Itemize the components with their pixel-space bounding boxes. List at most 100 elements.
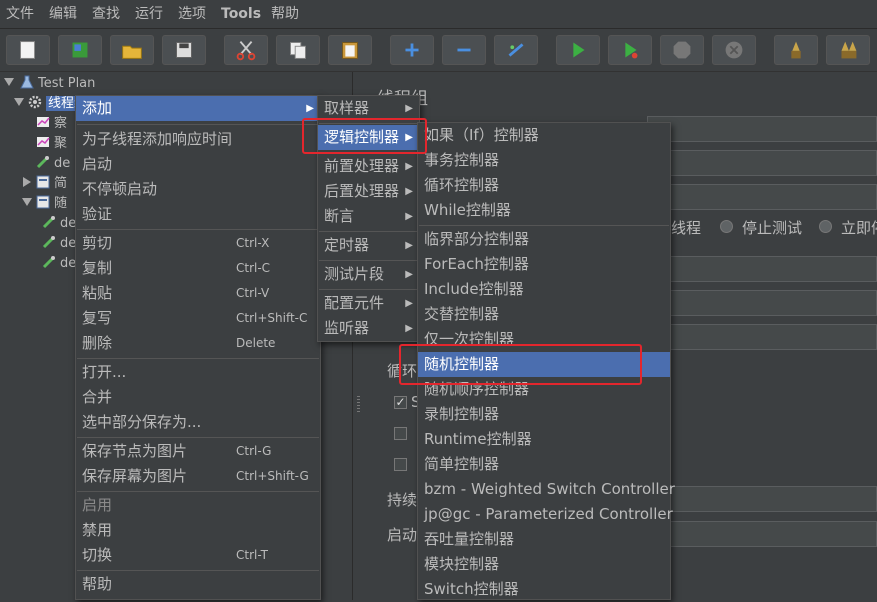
menu-item-config-element[interactable]: 配置元件 ▶	[318, 291, 419, 316]
menu-item-duplicate[interactable]: 复写 Ctrl+Shift-C	[76, 306, 320, 331]
tree-node-child[interactable]: de	[36, 154, 70, 174]
menu-item-add-think-time[interactable]: 为子线程添加响应时间	[76, 127, 320, 152]
radio-stop-test[interactable]	[720, 220, 733, 233]
menu-item-transaction-controller[interactable]: 事务控制器	[418, 148, 670, 173]
expand-button[interactable]	[390, 35, 434, 65]
menu-tools[interactable]: Tools	[221, 4, 261, 24]
tree-node-test-plan[interactable]: Test Plan	[4, 74, 95, 94]
templates-button[interactable]	[58, 35, 102, 65]
menu-item-open[interactable]: 打开...	[76, 360, 320, 385]
menu-item-module-controller[interactable]: 模块控制器	[418, 552, 670, 577]
delay-thread-checkbox[interactable]	[394, 427, 407, 440]
tree-node-child[interactable]: 察	[36, 114, 67, 134]
menu-item-while-controller[interactable]: While控制器	[418, 198, 670, 223]
ramp-up-field[interactable]	[647, 290, 877, 316]
tree-node-child[interactable]: de	[42, 254, 76, 274]
start-button[interactable]	[556, 35, 600, 65]
menu-item-remove[interactable]: 删除 Delete	[76, 331, 320, 356]
menu-item-disable[interactable]: 禁用	[76, 518, 320, 543]
menu-run[interactable]: 运行	[135, 4, 163, 24]
new-button[interactable]	[6, 35, 50, 65]
collapse-button[interactable]	[442, 35, 486, 65]
separator	[77, 124, 319, 125]
menu-item-timer[interactable]: 定时器 ▶	[318, 233, 419, 258]
menu-item-start[interactable]: 启动	[76, 152, 320, 177]
expanded-arrow-icon[interactable]	[14, 97, 24, 107]
menu-item-if-controller[interactable]: 如果（If）控制器	[418, 123, 670, 148]
menu-item-save-screen-image[interactable]: 保存屏幕为图片 Ctrl+Shift-G	[76, 464, 320, 489]
menu-item-switch-controller[interactable]: Switch控制器	[418, 577, 670, 602]
menu-item-simple-controller[interactable]: 简单控制器	[418, 452, 670, 477]
menu-item-assertion[interactable]: 断言 ▶	[318, 204, 419, 229]
menu-edit[interactable]: 编辑	[49, 4, 77, 24]
startup-delay-field[interactable]	[647, 521, 877, 547]
clear-button[interactable]	[774, 35, 818, 65]
menu-file[interactable]: 文件	[6, 4, 34, 24]
menu-item-paste[interactable]: 粘贴 Ctrl-V	[76, 281, 320, 306]
toggle-icon	[508, 43, 524, 57]
menu-item-interleave-controller[interactable]: 交替控制器	[418, 302, 670, 327]
listener-icon	[37, 137, 50, 147]
menu-item-recording-controller[interactable]: 录制控制器	[418, 402, 670, 427]
menu-item-save-selection[interactable]: 选中部分保存为...	[76, 410, 320, 435]
menu-item-listener[interactable]: 监听器 ▶	[318, 316, 419, 341]
same-user-checkbox[interactable]: ✓	[394, 396, 407, 409]
menu-item-runtime-controller[interactable]: Runtime控制器	[418, 427, 670, 452]
tree-node-child[interactable]: de	[42, 234, 76, 254]
menu-item-post-processor[interactable]: 后置处理器 ▶	[318, 179, 419, 204]
collapsed-arrow-icon[interactable]	[22, 177, 32, 187]
tree-node-child[interactable]: 随	[22, 194, 67, 214]
separator	[77, 437, 319, 438]
menu-item-copy[interactable]: 复制 Ctrl-C	[76, 256, 320, 281]
shutdown-button[interactable]	[712, 35, 756, 65]
menu-item-jpgc-parameterized[interactable]: jp@gc - Parameterized Controller	[418, 502, 673, 527]
separator	[319, 289, 418, 290]
menu-item-critical-section-controller[interactable]: 临界部分控制器	[418, 227, 670, 252]
toggle-button[interactable]	[494, 35, 538, 65]
comment-field[interactable]	[647, 150, 877, 176]
tree-node-child[interactable]: 简	[22, 174, 67, 194]
menu-help[interactable]: 帮助	[271, 4, 299, 24]
stop-button[interactable]	[660, 35, 704, 65]
name-field[interactable]	[647, 116, 877, 142]
menu-options[interactable]: 选项	[178, 4, 206, 24]
menu-item-foreach-controller[interactable]: ForEach控制器	[418, 252, 670, 277]
sampler-pipette-icon	[42, 256, 55, 269]
menu-item-start-no-pause[interactable]: 不停顿启动	[76, 177, 320, 202]
menu-search[interactable]: 查找	[92, 4, 120, 24]
tree-child-label: de	[60, 236, 77, 251]
menu-item-add[interactable]: 添加 ▶	[76, 96, 320, 121]
expanded-arrow-icon[interactable]	[22, 197, 32, 207]
copy-button[interactable]	[276, 35, 320, 65]
menu-item-test-fragment[interactable]: 测试片段 ▶	[318, 262, 419, 287]
menu-item-save-node-image[interactable]: 保存节点为图片 Ctrl-G	[76, 439, 320, 464]
duration-label: 持续	[387, 491, 418, 509]
tree-child-label: 随	[54, 196, 68, 211]
scheduler-checkbox[interactable]	[394, 458, 407, 471]
duration-field[interactable]	[647, 486, 877, 512]
tree-node-child[interactable]: de	[42, 214, 76, 234]
menu-item-include-controller[interactable]: Include控制器	[418, 277, 670, 302]
menu-item-loop-controller[interactable]: 循环控制器	[418, 173, 670, 198]
expanded-arrow-icon[interactable]	[4, 77, 14, 87]
menu-item-cut[interactable]: 剪切 Ctrl-X	[76, 231, 320, 256]
loop-count-field[interactable]	[647, 324, 877, 350]
menu-item-merge[interactable]: 合并	[76, 385, 320, 410]
menu-item-validate[interactable]: 验证	[76, 202, 320, 227]
clear-all-button[interactable]	[826, 35, 870, 65]
cut-button[interactable]	[224, 35, 268, 65]
save-button[interactable]	[162, 35, 206, 65]
thread-count-field[interactable]	[647, 256, 877, 282]
open-button[interactable]	[110, 35, 154, 65]
tree-child-label: de	[60, 216, 77, 231]
tree-node-child[interactable]: 聚	[36, 134, 67, 154]
menu-item-help[interactable]: 帮助	[76, 572, 320, 597]
menu-item-toggle[interactable]: 切换 Ctrl-T	[76, 543, 320, 568]
menu-item-throughput-controller[interactable]: 吞吐量控制器	[418, 527, 670, 552]
radio-stop-now[interactable]	[819, 220, 832, 233]
menu-item-pre-processor[interactable]: 前置处理器 ▶	[318, 154, 419, 179]
paste-button[interactable]	[328, 35, 372, 65]
menu-item-bzm-weighted-switch[interactable]: bzm - Weighted Switch Controller	[418, 477, 675, 502]
start-no-pause-button[interactable]	[608, 35, 652, 65]
separator	[419, 225, 669, 226]
